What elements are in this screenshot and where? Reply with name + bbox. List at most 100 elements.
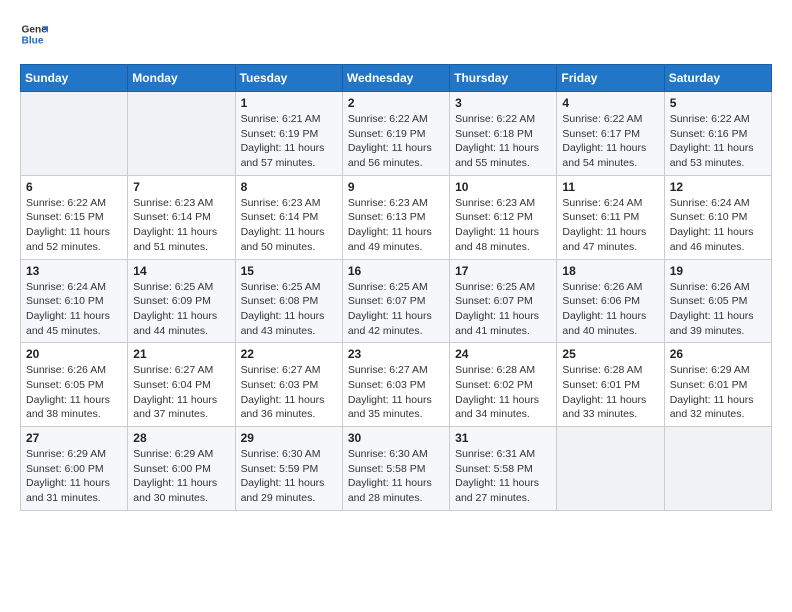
- day-number: 20: [26, 347, 122, 361]
- calendar-week-2: 6 Sunrise: 6:22 AM Sunset: 6:15 PM Daylig…: [21, 175, 772, 259]
- day-number: 16: [348, 264, 444, 278]
- calendar-cell: 13Sunrise: 6:24 AM Sunset: 6:10 PM Dayli…: [21, 259, 128, 343]
- calendar-cell: 3 Sunrise: 6:22 AM Sunset: 6:18 PM Daylig…: [450, 92, 557, 176]
- day-info: Sunrise: 6:22 AM Sunset: 6:16 PM Dayligh…: [670, 112, 766, 171]
- calendar-cell: [664, 427, 771, 511]
- calendar-header-row: SundayMondayTuesdayWednesdayThursdayFrid…: [21, 65, 772, 92]
- calendar-cell: 1 Sunrise: 6:21 AM Sunset: 6:19 PM Daylig…: [235, 92, 342, 176]
- day-info: Sunrise: 6:23 AM Sunset: 6:12 PM Dayligh…: [455, 196, 551, 255]
- day-number: 23: [348, 347, 444, 361]
- weekday-header-thursday: Thursday: [450, 65, 557, 92]
- calendar-table: SundayMondayTuesdayWednesdayThursdayFrid…: [20, 64, 772, 511]
- day-info: Sunrise: 6:30 AM Sunset: 5:58 PM Dayligh…: [348, 447, 444, 506]
- svg-text:General: General: [22, 24, 48, 35]
- weekday-header-sunday: Sunday: [21, 65, 128, 92]
- day-number: 14: [133, 264, 229, 278]
- day-info: Sunrise: 6:25 AM Sunset: 6:07 PM Dayligh…: [348, 280, 444, 339]
- day-number: 19: [670, 264, 766, 278]
- calendar-cell: 4 Sunrise: 6:22 AM Sunset: 6:17 PM Daylig…: [557, 92, 664, 176]
- calendar-cell: 30 Sunrise: 6:30 AM Sunset: 5:58 PM Dayli…: [342, 427, 449, 511]
- day-number: 2: [348, 96, 444, 110]
- day-number: 3: [455, 96, 551, 110]
- day-number: 10: [455, 180, 551, 194]
- day-number: 24: [455, 347, 551, 361]
- day-number: 22: [241, 347, 337, 361]
- calendar-cell: [557, 427, 664, 511]
- calendar-cell: 5 Sunrise: 6:22 AM Sunset: 6:16 PM Daylig…: [664, 92, 771, 176]
- calendar-week-3: 13Sunrise: 6:24 AM Sunset: 6:10 PM Dayli…: [21, 259, 772, 343]
- day-number: 9: [348, 180, 444, 194]
- day-info: Sunrise: 6:31 AM Sunset: 5:58 PM Dayligh…: [455, 447, 551, 506]
- calendar-cell: 17Sunrise: 6:25 AM Sunset: 6:07 PM Dayli…: [450, 259, 557, 343]
- day-number: 18: [562, 264, 658, 278]
- day-info: Sunrise: 6:25 AM Sunset: 6:08 PM Dayligh…: [241, 280, 337, 339]
- day-number: 29: [241, 431, 337, 445]
- day-number: 13: [26, 264, 122, 278]
- weekday-header-saturday: Saturday: [664, 65, 771, 92]
- day-info: Sunrise: 6:29 AM Sunset: 6:00 PM Dayligh…: [133, 447, 229, 506]
- day-info: Sunrise: 6:24 AM Sunset: 6:10 PM Dayligh…: [670, 196, 766, 255]
- calendar-cell: [128, 92, 235, 176]
- weekday-header-friday: Friday: [557, 65, 664, 92]
- calendar-week-5: 27Sunrise: 6:29 AM Sunset: 6:00 PM Dayli…: [21, 427, 772, 511]
- weekday-header-wednesday: Wednesday: [342, 65, 449, 92]
- calendar-body: 1 Sunrise: 6:21 AM Sunset: 6:19 PM Daylig…: [21, 92, 772, 511]
- calendar-cell: 16 Sunrise: 6:25 AM Sunset: 6:07 PM Dayli…: [342, 259, 449, 343]
- calendar-cell: 26 Sunrise: 6:29 AM Sunset: 6:01 PM Dayli…: [664, 343, 771, 427]
- day-info: Sunrise: 6:27 AM Sunset: 6:03 PM Dayligh…: [241, 363, 337, 422]
- day-info: Sunrise: 6:26 AM Sunset: 6:05 PM Dayligh…: [670, 280, 766, 339]
- day-number: 6: [26, 180, 122, 194]
- calendar-cell: 28 Sunrise: 6:29 AM Sunset: 6:00 PM Dayli…: [128, 427, 235, 511]
- page-header: General Blue: [20, 20, 772, 48]
- day-info: Sunrise: 6:23 AM Sunset: 6:14 PM Dayligh…: [241, 196, 337, 255]
- day-number: 7: [133, 180, 229, 194]
- day-info: Sunrise: 6:22 AM Sunset: 6:19 PM Dayligh…: [348, 112, 444, 171]
- day-info: Sunrise: 6:23 AM Sunset: 6:13 PM Dayligh…: [348, 196, 444, 255]
- day-number: 30: [348, 431, 444, 445]
- day-info: Sunrise: 6:25 AM Sunset: 6:09 PM Dayligh…: [133, 280, 229, 339]
- calendar-cell: 21Sunrise: 6:27 AM Sunset: 6:04 PM Dayli…: [128, 343, 235, 427]
- calendar-cell: 25Sunrise: 6:28 AM Sunset: 6:01 PM Dayli…: [557, 343, 664, 427]
- day-number: 8: [241, 180, 337, 194]
- day-info: Sunrise: 6:22 AM Sunset: 6:18 PM Dayligh…: [455, 112, 551, 171]
- day-number: 1: [241, 96, 337, 110]
- calendar-cell: 18 Sunrise: 6:26 AM Sunset: 6:06 PM Dayli…: [557, 259, 664, 343]
- calendar-cell: 27Sunrise: 6:29 AM Sunset: 6:00 PM Dayli…: [21, 427, 128, 511]
- day-info: Sunrise: 6:28 AM Sunset: 6:01 PM Dayligh…: [562, 363, 658, 422]
- day-info: Sunrise: 6:29 AM Sunset: 6:01 PM Dayligh…: [670, 363, 766, 422]
- calendar-week-4: 20 Sunrise: 6:26 AM Sunset: 6:05 PM Dayli…: [21, 343, 772, 427]
- calendar-cell: 2 Sunrise: 6:22 AM Sunset: 6:19 PM Daylig…: [342, 92, 449, 176]
- day-info: Sunrise: 6:29 AM Sunset: 6:00 PM Dayligh…: [26, 447, 122, 506]
- day-info: Sunrise: 6:27 AM Sunset: 6:04 PM Dayligh…: [133, 363, 229, 422]
- logo-icon: General Blue: [20, 20, 48, 48]
- calendar-cell: 9 Sunrise: 6:23 AM Sunset: 6:13 PM Daylig…: [342, 175, 449, 259]
- calendar-cell: 23Sunrise: 6:27 AM Sunset: 6:03 PM Dayli…: [342, 343, 449, 427]
- day-number: 5: [670, 96, 766, 110]
- calendar-cell: 19 Sunrise: 6:26 AM Sunset: 6:05 PM Dayli…: [664, 259, 771, 343]
- day-number: 15: [241, 264, 337, 278]
- day-number: 12: [670, 180, 766, 194]
- day-info: Sunrise: 6:24 AM Sunset: 6:11 PM Dayligh…: [562, 196, 658, 255]
- day-info: Sunrise: 6:30 AM Sunset: 5:59 PM Dayligh…: [241, 447, 337, 506]
- calendar-cell: 29 Sunrise: 6:30 AM Sunset: 5:59 PM Dayli…: [235, 427, 342, 511]
- calendar-week-1: 1 Sunrise: 6:21 AM Sunset: 6:19 PM Daylig…: [21, 92, 772, 176]
- day-info: Sunrise: 6:28 AM Sunset: 6:02 PM Dayligh…: [455, 363, 551, 422]
- day-info: Sunrise: 6:22 AM Sunset: 6:17 PM Dayligh…: [562, 112, 658, 171]
- calendar-cell: [21, 92, 128, 176]
- calendar-cell: 12 Sunrise: 6:24 AM Sunset: 6:10 PM Dayli…: [664, 175, 771, 259]
- day-info: Sunrise: 6:26 AM Sunset: 6:06 PM Dayligh…: [562, 280, 658, 339]
- day-number: 4: [562, 96, 658, 110]
- day-number: 26: [670, 347, 766, 361]
- svg-text:Blue: Blue: [22, 35, 44, 46]
- day-info: Sunrise: 6:22 AM Sunset: 6:15 PM Dayligh…: [26, 196, 122, 255]
- logo: General Blue: [20, 20, 48, 48]
- day-number: 28: [133, 431, 229, 445]
- day-number: 31: [455, 431, 551, 445]
- calendar-cell: 11 Sunrise: 6:24 AM Sunset: 6:11 PM Dayli…: [557, 175, 664, 259]
- day-info: Sunrise: 6:21 AM Sunset: 6:19 PM Dayligh…: [241, 112, 337, 171]
- day-number: 11: [562, 180, 658, 194]
- weekday-header-tuesday: Tuesday: [235, 65, 342, 92]
- day-info: Sunrise: 6:26 AM Sunset: 6:05 PM Dayligh…: [26, 363, 122, 422]
- calendar-cell: 31 Sunrise: 6:31 AM Sunset: 5:58 PM Dayli…: [450, 427, 557, 511]
- day-number: 17: [455, 264, 551, 278]
